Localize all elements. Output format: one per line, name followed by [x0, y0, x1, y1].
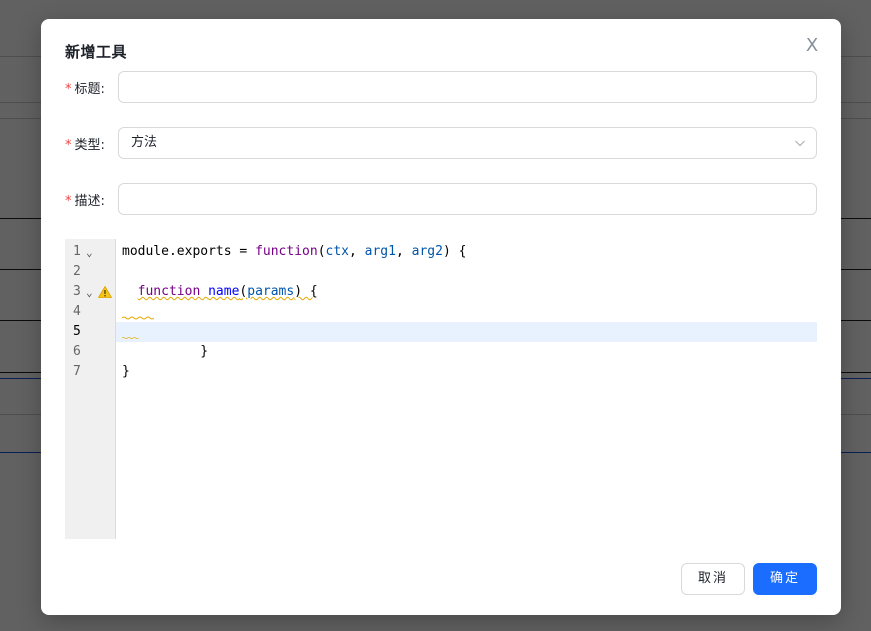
lint-squiggle [122, 336, 139, 340]
line-number: 2 [73, 264, 81, 279]
gutter-line: 5 [65, 322, 116, 342]
gutter-line: 7 [65, 362, 116, 382]
desc-label-text: 描述: [74, 193, 105, 209]
fold-arrow-icon[interactable]: ⌄ [86, 283, 93, 303]
dialog-title: 新增工具 [65, 43, 128, 61]
gutter-line: 1 ⌄ [65, 242, 116, 262]
code-token: function [255, 244, 318, 259]
gutter-line: 4 [65, 302, 116, 322]
required-mark: * [65, 81, 72, 97]
title-form-row: * 标题: [65, 71, 817, 103]
line-number: 1 [73, 244, 81, 259]
type-form-row: * 类型: 方法 [65, 127, 817, 159]
line-number: 3 [73, 284, 81, 299]
line-number: 7 [73, 364, 81, 379]
code-content[interactable]: module.exports = function(ctx, arg1, arg… [116, 239, 817, 539]
code-token: module.exports = [122, 244, 256, 259]
warning-triangle-icon[interactable] [98, 286, 112, 298]
code-token: ) { [442, 244, 467, 259]
type-label: * 类型: [65, 134, 118, 153]
gutter-line: 3 ⌄ [65, 282, 116, 302]
cancel-button[interactable]: 取消 [681, 563, 745, 595]
line-number: 5 [73, 324, 81, 339]
desc-label: * 描述: [65, 190, 118, 209]
desc-input-wrapper [118, 183, 817, 215]
code-token: ) { [294, 284, 318, 299]
code-line [116, 302, 817, 322]
title-input-wrapper [118, 71, 817, 103]
lint-squiggle [122, 316, 154, 320]
code-token: , [395, 244, 412, 259]
required-mark: * [65, 193, 72, 209]
add-tool-dialog: 新增工具 X * 标题: * 类型: 方法 * 描述: 1 ⌄ 2 3 ⌄ 4 … [41, 19, 841, 615]
required-mark: * [65, 137, 72, 153]
line-number: 6 [73, 344, 81, 359]
editor-gutter: 1 ⌄ 2 3 ⌄ 4 5 6 7 [65, 239, 116, 539]
code-token: arg1 [364, 244, 396, 259]
type-select[interactable]: 方法 [118, 127, 817, 159]
line-number: 4 [73, 304, 81, 319]
code-token: , [349, 244, 365, 259]
code-line: function name(params) { [116, 282, 817, 302]
code-token: } [122, 364, 130, 379]
fold-arrow-icon[interactable]: ⌄ [86, 243, 93, 263]
gutter-line: 2 [65, 262, 116, 282]
title-label-text: 标题: [74, 81, 105, 97]
chevron-down-icon [795, 140, 805, 147]
code-token: function [137, 284, 201, 299]
desc-form-row: * 描述: [65, 183, 817, 215]
close-icon[interactable]: X [803, 37, 821, 55]
code-token: params [247, 284, 295, 299]
code-line: } [116, 362, 817, 382]
confirm-button[interactable]: 确定 [753, 563, 817, 595]
code-editor[interactable]: 1 ⌄ 2 3 ⌄ 4 5 6 7 module.exports = funct… [65, 239, 817, 539]
type-label-text: 类型: [74, 137, 105, 153]
code-token: name [208, 284, 240, 299]
code-token: ctx [325, 244, 349, 259]
title-input[interactable] [119, 72, 816, 102]
gutter-line: 6 [65, 342, 116, 362]
code-token: arg2 [411, 244, 443, 259]
code-token: ( [317, 244, 326, 259]
code-line-active: } [116, 322, 817, 359]
code-line: module.exports = function(ctx, arg1, arg… [116, 242, 817, 262]
desc-input[interactable] [119, 184, 816, 214]
title-label: * 标题: [65, 78, 118, 97]
type-select-value: 方法 [131, 135, 158, 150]
